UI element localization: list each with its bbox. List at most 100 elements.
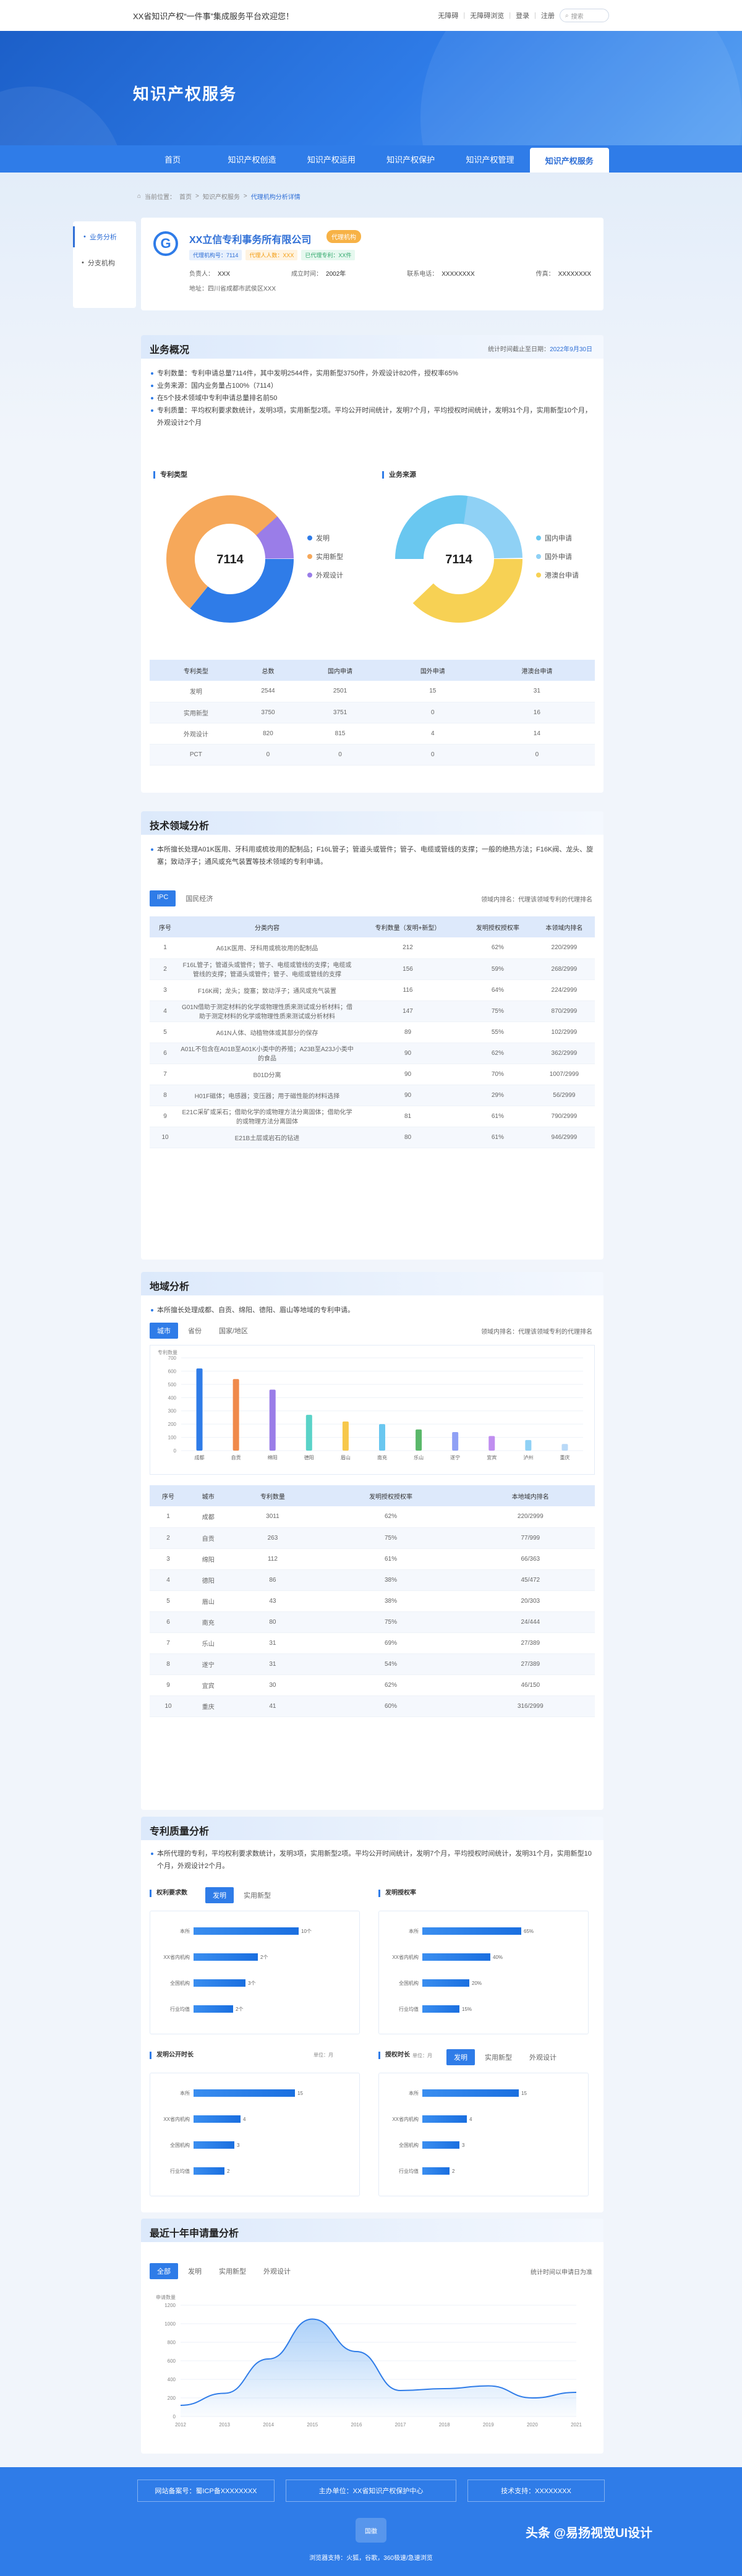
x-tick-label: 2019 <box>483 2422 494 2428</box>
bar-绵阳 <box>269 1389 276 1451</box>
tab-country[interactable]: 国家/地区 <box>211 1323 255 1339</box>
hbar-value: 3 <box>237 2142 240 2148</box>
separator: | <box>509 12 511 19</box>
nav-manage[interactable]: 知识产权管理 <box>450 145 529 173</box>
section-title: 地域分析 <box>150 1282 190 1292</box>
tech-tabs: IPC 国民经济 <box>150 890 220 906</box>
table-cell: 1 <box>150 1506 187 1528</box>
hbar-label: 行业均值 <box>399 2168 419 2174</box>
tab-city[interactable]: 城市 <box>150 1323 178 1339</box>
hbar <box>422 2005 459 2013</box>
table-cell: 70% <box>462 1064 534 1085</box>
x-tick-label: 德阳 <box>304 1454 314 1461</box>
hbar-area: 本所 15 XX省内机构 4 全国机构 3 行业均值 2 <box>378 2073 589 2196</box>
tab-invention[interactable]: 发明 <box>205 1887 234 1903</box>
crumb-service[interactable]: 知识产权服务 <box>203 192 240 201</box>
table-row: 6 A01L不包含在A01B至A01K小类中的养殖；A23B至A23J小类中的食品… <box>150 1043 595 1064</box>
tab-invention[interactable]: 发明 <box>181 2263 209 2279</box>
pie-business-source: 业务来源 7114 国内申请 国外申请 港澳台申请 <box>378 471 595 657</box>
quality-desc: 本所代理的专利，平均权利要求数统计，发明3项，实用新型2项。平均公开时间统计，发… <box>150 1848 595 1872</box>
nav-service[interactable]: 知识产权服务 <box>529 148 609 173</box>
table-cell: 16 <box>479 702 595 723</box>
nav-home[interactable]: 首页 <box>133 145 212 173</box>
chart-title: 授权时长 <box>378 2052 410 2059</box>
area-fill <box>181 2319 576 2416</box>
hero-title: 知识产权服务 <box>133 85 237 103</box>
x-tick-label: 重庆 <box>560 1454 569 1461</box>
y-tick-label: 200 <box>168 1422 177 1427</box>
y-tick-label: 800 <box>168 2340 176 2345</box>
tab-ipc[interactable]: IPC <box>150 890 176 906</box>
tab-utility[interactable]: 实用新型 <box>211 2263 254 2279</box>
table-cell: 45/472 <box>466 1569 595 1591</box>
table-cell: 263 <box>229 1527 316 1549</box>
trend-note: 统计时间以申请日为准 <box>531 2269 592 2276</box>
table-row: 5 A61N人体、动植物体或其部分的保存 89 55% 102/2999 <box>150 1021 595 1043</box>
table-cell: 8 <box>150 1653 187 1675</box>
hbar-area: 本所 65% XX省内机构 40% 全国机构 20% 行业均值 15% <box>378 1911 589 2034</box>
sidebar-item-business[interactable]: • 业务分析 <box>73 226 136 247</box>
rank-note: 领域内排名：代理该领域专利的代理排名 <box>481 1329 592 1336</box>
region-tabs: 城市 省份 国家/地区 <box>150 1323 255 1339</box>
meta-value: XXXXXXXX <box>441 271 475 278</box>
table-cell: 实用新型 <box>150 702 242 723</box>
crumb-home[interactable]: 首页 <box>179 192 192 201</box>
meta-fax: 传真： XXXXXXXX <box>536 268 591 278</box>
section-header <box>141 811 603 835</box>
y-tick-label: 0 <box>174 1448 177 1454</box>
tag-agency-no: 代理机构号：7114 <box>189 250 242 260</box>
x-tick-label: 2018 <box>439 2422 450 2428</box>
hbar <box>422 1979 469 1987</box>
col-header: 城市 <box>187 1485 230 1506</box>
bar-宜宾 <box>488 1436 495 1451</box>
chart-grant-rate: 发明授权率 本所 65% XX省内机构 40% 全国机构 20% 行业均值 15% <box>378 1890 595 2044</box>
hbar-area: 本所 10个 XX省内机构 2个 全国机构 3个 行业均值 2个 <box>150 1911 360 2034</box>
table-cell: 31 <box>229 1653 316 1675</box>
tab-economy[interactable]: 国民经济 <box>178 890 220 906</box>
bar-乐山 <box>416 1429 422 1451</box>
table-row: 10 E21B土层或岩石的钻进 80 61% 946/2999 <box>150 1127 595 1148</box>
x-tick-label: 绵阳 <box>268 1454 278 1461</box>
nav-use[interactable]: 知识产权运用 <box>292 145 371 173</box>
hbar-label: 全国机构 <box>399 1980 419 1986</box>
y-axis-label: 申请数量 <box>156 2294 176 2300</box>
table-cell: 61% <box>315 1548 466 1570</box>
tab-province[interactable]: 省份 <box>181 1323 209 1339</box>
table-cell: 116 <box>354 979 463 1001</box>
tab-design[interactable]: 外观设计 <box>256 2263 298 2279</box>
hbar-row: 行业均值 2 <box>385 2166 583 2176</box>
nav-protect[interactable]: 知识产权保护 <box>371 145 450 173</box>
link-login[interactable]: 登录 <box>516 11 529 20</box>
sidebar-item-branches[interactable]: • 分支机构 <box>73 252 136 273</box>
nav-create[interactable]: 知识产权创造 <box>212 145 291 173</box>
tag-agent-count: 代理人人数：XXX <box>245 250 298 260</box>
table-cell: 南充 <box>187 1611 230 1633</box>
tab-all[interactable]: 全部 <box>150 2263 178 2279</box>
link-accessible-browse[interactable]: 无障碍浏览 <box>470 11 504 20</box>
stat-date-value: 2022年9月30日 <box>550 346 592 353</box>
table-cell: 0 <box>386 702 479 723</box>
hbar-label: 本所 <box>180 1928 190 1934</box>
chart-title: 发明公开时长 <box>150 2052 194 2059</box>
hbar-row: 全国机构 3个 <box>156 1978 354 1988</box>
tab-invention[interactable]: 发明 <box>446 2049 475 2065</box>
hbar-row: XX省内机构 40% <box>385 1952 583 1962</box>
table-cell: 1 <box>150 937 181 959</box>
grant-time-tabs: 发明 实用新型 外观设计 <box>446 2049 564 2065</box>
link-register[interactable]: 注册 <box>541 11 555 20</box>
hbar-label: 行业均值 <box>170 2006 190 2012</box>
footer-note: 浏览器支持：火狐，谷歌，360极速/急速浏览 <box>309 2555 433 2562</box>
chart-claims: 权利要求数 发明 实用新型 本所 10个 XX省内机构 2个 全国机构 3个 行业均值 2个 <box>150 1887 366 2044</box>
tab-utility[interactable]: 实用新型 <box>477 2049 519 2065</box>
y-tick-label: 1200 <box>164 2303 176 2308</box>
y-tick-label: 400 <box>168 2377 176 2382</box>
link-accessibility[interactable]: 无障碍 <box>438 11 458 20</box>
tab-utility[interactable]: 实用新型 <box>236 1887 278 1903</box>
table-cell: 27/389 <box>466 1632 595 1654</box>
search-input[interactable]: ⌕ 搜索 <box>560 9 609 22</box>
legend-swatch <box>536 573 541 578</box>
tab-design[interactable]: 外观设计 <box>522 2049 564 2065</box>
table-cell: 59% <box>462 958 534 980</box>
bar-遂宁 <box>452 1432 459 1451</box>
table-cell: 156 <box>354 958 463 980</box>
